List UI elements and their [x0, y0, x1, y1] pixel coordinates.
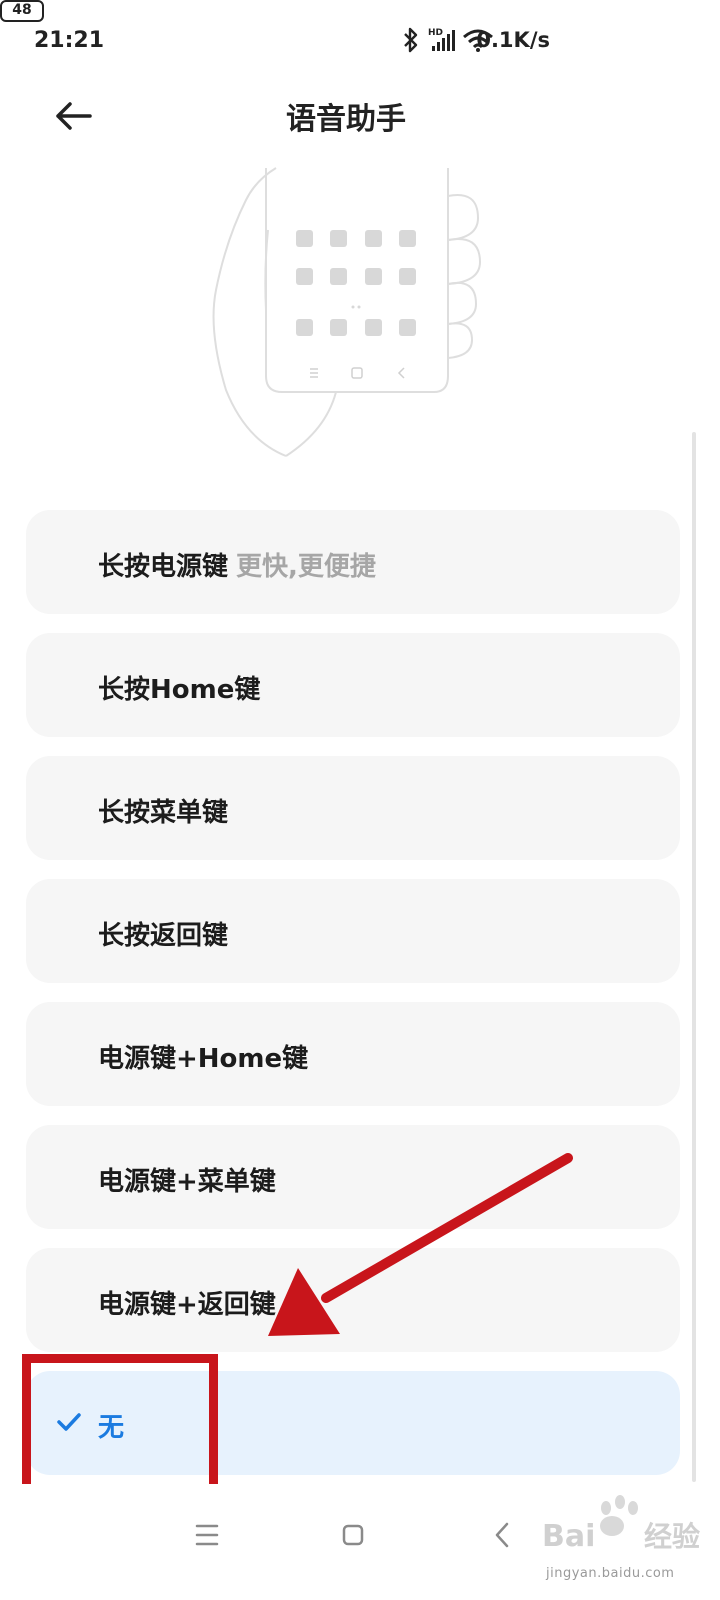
nav-back-button[interactable]: [478, 1510, 528, 1560]
battery-icon: 48: [0, 0, 44, 22]
back-icon: [495, 1522, 509, 1548]
annotation-highlight-box: [22, 1354, 218, 1494]
baidu-watermark: Bai 经验 jingyan.baidu.com: [540, 1490, 710, 1590]
nav-menu-button[interactable]: [182, 1510, 232, 1560]
status-bar: 21:21 0.1K/s HD 48: [0, 0, 720, 84]
page-title: 语音助手: [286, 102, 406, 137]
hand-holding-phone-illustration: [212, 167, 482, 457]
option-label: 电源键+菜单键: [98, 1167, 276, 1197]
baidu-paw-logo-icon: Bai 经验: [542, 1495, 700, 1554]
svg-text:Bai: Bai: [542, 1519, 595, 1554]
option-long-press-back[interactable]: 长按返回键: [26, 879, 680, 983]
option-label: 长按电源键: [98, 552, 229, 582]
option-label: 电源键+返回键: [98, 1290, 276, 1320]
watermark-text: jingyan.baidu.com: [546, 1566, 675, 1581]
option-long-press-home[interactable]: 长按Home键: [26, 633, 680, 737]
nav-home-button[interactable]: [328, 1510, 378, 1560]
option-label: 长按Home键: [98, 675, 261, 705]
option-long-press-power[interactable]: 长按电源键 更快,更便捷: [26, 510, 680, 614]
option-power-plus-back[interactable]: 电源键+返回键: [26, 1248, 680, 1352]
svg-text:HD: HD: [428, 28, 443, 38]
battery-level: 48: [12, 2, 32, 18]
svg-text:经验: 经验: [644, 1520, 700, 1553]
wifi-icon: [463, 29, 493, 52]
option-hint: 更快,更便捷: [236, 552, 376, 582]
scrollbar[interactable]: [692, 432, 696, 1482]
hd-signal-icon: HD: [428, 28, 455, 51]
status-time: 21:21: [34, 28, 105, 53]
option-label: 电源键+Home键: [98, 1044, 309, 1074]
option-long-press-menu[interactable]: 长按菜单键: [26, 756, 680, 860]
menu-icon: [195, 1524, 219, 1546]
bluetooth-icon: [404, 27, 418, 53]
option-label: 长按菜单键: [98, 798, 229, 828]
option-power-plus-menu[interactable]: 电源键+菜单键: [26, 1125, 680, 1229]
home-icon: [342, 1524, 364, 1546]
option-power-plus-home[interactable]: 电源键+Home键: [26, 1002, 680, 1106]
option-label: 长按返回键: [98, 921, 229, 951]
